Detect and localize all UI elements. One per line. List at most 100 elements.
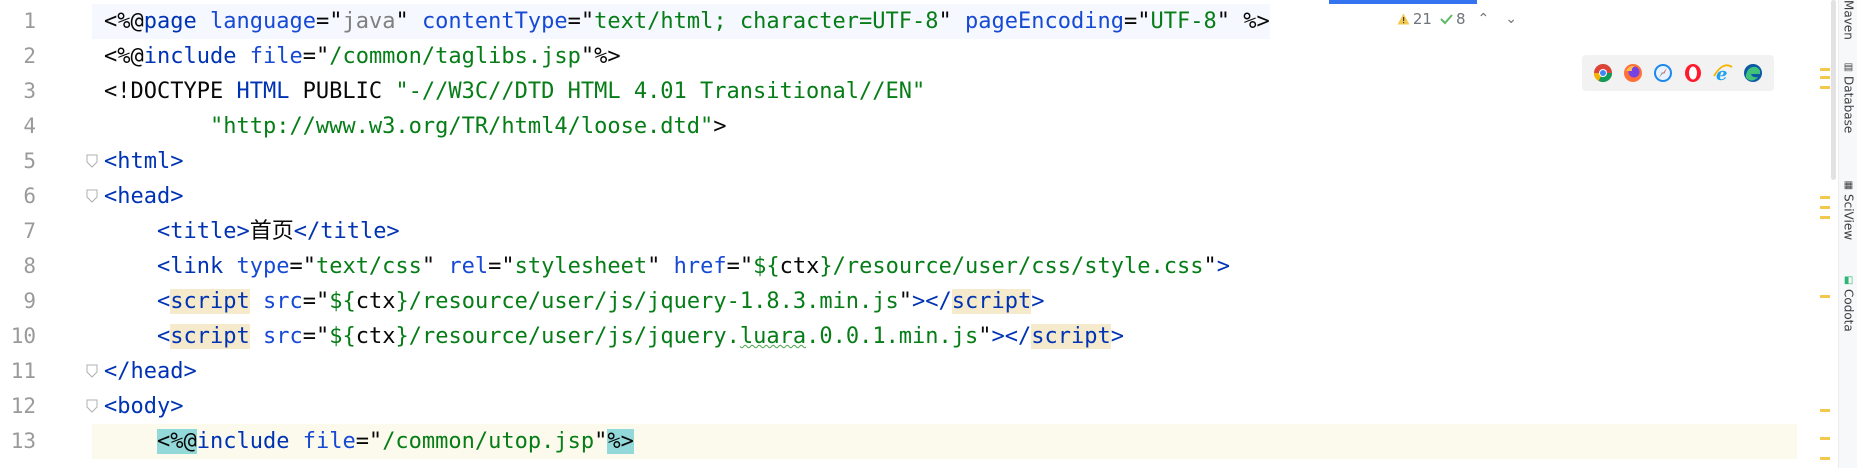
error-stripe[interactable] bbox=[1819, 0, 1830, 468]
code-token: <!DOCTYPE bbox=[104, 79, 237, 104]
code-token: file bbox=[302, 429, 356, 454]
line-number[interactable]: 13 bbox=[0, 424, 36, 459]
code-token: } bbox=[395, 289, 409, 314]
warnings-indicator[interactable]: 21 bbox=[1397, 10, 1432, 28]
chevron-up-icon[interactable]: ⌃ bbox=[1474, 11, 1494, 27]
line-number[interactable]: 7 bbox=[0, 214, 36, 249]
chevron-down-icon[interactable]: ⌄ bbox=[1501, 11, 1521, 27]
code-token: " bbox=[1216, 9, 1244, 34]
warning-marker[interactable] bbox=[1820, 206, 1830, 209]
tab-sciview[interactable]: ▦ SciView bbox=[1839, 180, 1857, 240]
code-token: =" bbox=[355, 429, 383, 454]
warning-marker[interactable] bbox=[1820, 68, 1830, 71]
line-number[interactable]: 4 bbox=[0, 109, 36, 144]
code-line[interactable]: <html> bbox=[92, 144, 183, 179]
line-number[interactable]: 9 bbox=[0, 284, 36, 319]
warning-marker[interactable] bbox=[1820, 295, 1830, 298]
code-line[interactable]: <script src="${ctx}/resource/user/js/jqu… bbox=[92, 319, 1124, 354]
line-number[interactable]: 10 bbox=[0, 319, 36, 354]
warning-marker[interactable] bbox=[1820, 86, 1830, 89]
line-number[interactable]: 5 bbox=[0, 144, 36, 179]
code-token: ></ bbox=[912, 289, 952, 314]
check-icon bbox=[1440, 14, 1453, 25]
line-number[interactable]: 6 bbox=[0, 179, 36, 214]
line-number-gutter[interactable]: 1 2 3 4 5 6 7 8 9 10 11 12 13 bbox=[0, 0, 98, 468]
code-token: " bbox=[1203, 254, 1217, 279]
edge-icon[interactable] bbox=[1741, 61, 1765, 85]
code-token: } bbox=[819, 254, 833, 279]
code-token: ${ bbox=[753, 254, 780, 279]
code-token: language bbox=[209, 9, 316, 34]
code-token: page bbox=[143, 9, 197, 34]
code-line[interactable]: <body> bbox=[92, 389, 183, 424]
code-token: > bbox=[1110, 324, 1125, 349]
code-token: <head> bbox=[104, 184, 184, 209]
tab-codota[interactable]: ◧ Codota bbox=[1839, 275, 1857, 332]
code-token: > bbox=[1216, 254, 1230, 279]
warning-marker[interactable] bbox=[1820, 409, 1830, 412]
code-token: PUBLIC bbox=[289, 79, 396, 104]
warning-marker[interactable] bbox=[1820, 457, 1830, 460]
code-line[interactable]: <script src="${ctx}/resource/user/js/jqu… bbox=[92, 284, 1045, 319]
warning-marker[interactable] bbox=[1820, 76, 1830, 79]
code-token: ${ bbox=[329, 289, 356, 314]
code-token: <%@ bbox=[104, 44, 144, 69]
code-line[interactable]: <%@page language="java" contentType="tex… bbox=[92, 4, 1270, 39]
warning-marker[interactable] bbox=[1820, 196, 1830, 199]
code-token: %> bbox=[607, 429, 634, 454]
code-token: ctx bbox=[355, 324, 396, 349]
ie-icon[interactable]: e bbox=[1711, 61, 1735, 85]
code-line[interactable]: </head> bbox=[92, 354, 197, 389]
code-token: rel bbox=[448, 254, 489, 279]
line-number[interactable]: 11 bbox=[0, 354, 36, 389]
code-token: include bbox=[143, 44, 237, 69]
line-number[interactable]: 3 bbox=[0, 74, 36, 109]
tab-maven[interactable]: Maven bbox=[1839, 0, 1857, 40]
firefox-icon[interactable] bbox=[1621, 61, 1645, 85]
code-token: " bbox=[580, 44, 595, 69]
code-token: } bbox=[395, 324, 409, 349]
code-line[interactable]: <title>首页</title> bbox=[92, 214, 400, 249]
warning-marker[interactable] bbox=[1820, 216, 1830, 219]
database-icon: ▤ bbox=[1843, 62, 1854, 73]
line-number[interactable]: 2 bbox=[0, 39, 36, 74]
code-line[interactable]: <%@include file="/common/taglibs.jsp"%> bbox=[92, 39, 621, 74]
vertical-scrollbar[interactable] bbox=[1831, 0, 1836, 180]
code-token: " bbox=[647, 254, 674, 279]
grid-icon: ▦ bbox=[1843, 180, 1854, 191]
code-token: text/css bbox=[315, 254, 422, 279]
code-token: " bbox=[978, 324, 992, 349]
tab-database[interactable]: ▤ Database bbox=[1839, 62, 1857, 133]
tab-label: Maven bbox=[1841, 0, 1856, 40]
code-token: script bbox=[170, 289, 250, 314]
code-token: script bbox=[170, 324, 250, 349]
warnings-count: 21 bbox=[1412, 10, 1432, 28]
code-line[interactable]: <head> bbox=[92, 179, 183, 214]
code-token: < bbox=[156, 289, 171, 314]
code-line[interactable]: <link type="text/css" rel="stylesheet" h… bbox=[92, 249, 1230, 284]
code-line[interactable]: <!DOCTYPE HTML PUBLIC "-//W3C//DTD HTML … bbox=[92, 74, 925, 109]
code-line[interactable]: <%@include file="/common/utop.jsp"%> bbox=[92, 424, 1797, 459]
chrome-icon[interactable] bbox=[1591, 61, 1615, 85]
code-token: .0.0.1.min.js bbox=[806, 324, 979, 349]
code-editor[interactable]: <%@page language="java" contentType="tex… bbox=[92, 0, 1819, 468]
code-token: </title> bbox=[293, 219, 400, 244]
code-line[interactable]: "http://www.w3.org/TR/html4/loose.dtd"> bbox=[92, 109, 727, 144]
safari-icon[interactable] bbox=[1651, 61, 1675, 85]
code-token: src bbox=[262, 324, 303, 349]
warning-marker[interactable] bbox=[1820, 437, 1830, 440]
line-number[interactable]: 1 bbox=[0, 4, 36, 39]
inspection-widget[interactable]: 21 8 ⌃ ⌄ bbox=[1397, 10, 1521, 28]
line-number[interactable]: 12 bbox=[0, 389, 36, 424]
line-number[interactable]: 8 bbox=[0, 249, 36, 284]
weak-warnings-indicator[interactable]: 8 bbox=[1440, 10, 1466, 28]
code-token: text/html; character=UTF-8 bbox=[594, 9, 939, 34]
opera-icon[interactable] bbox=[1681, 61, 1705, 85]
code-token: %> bbox=[1243, 9, 1270, 34]
